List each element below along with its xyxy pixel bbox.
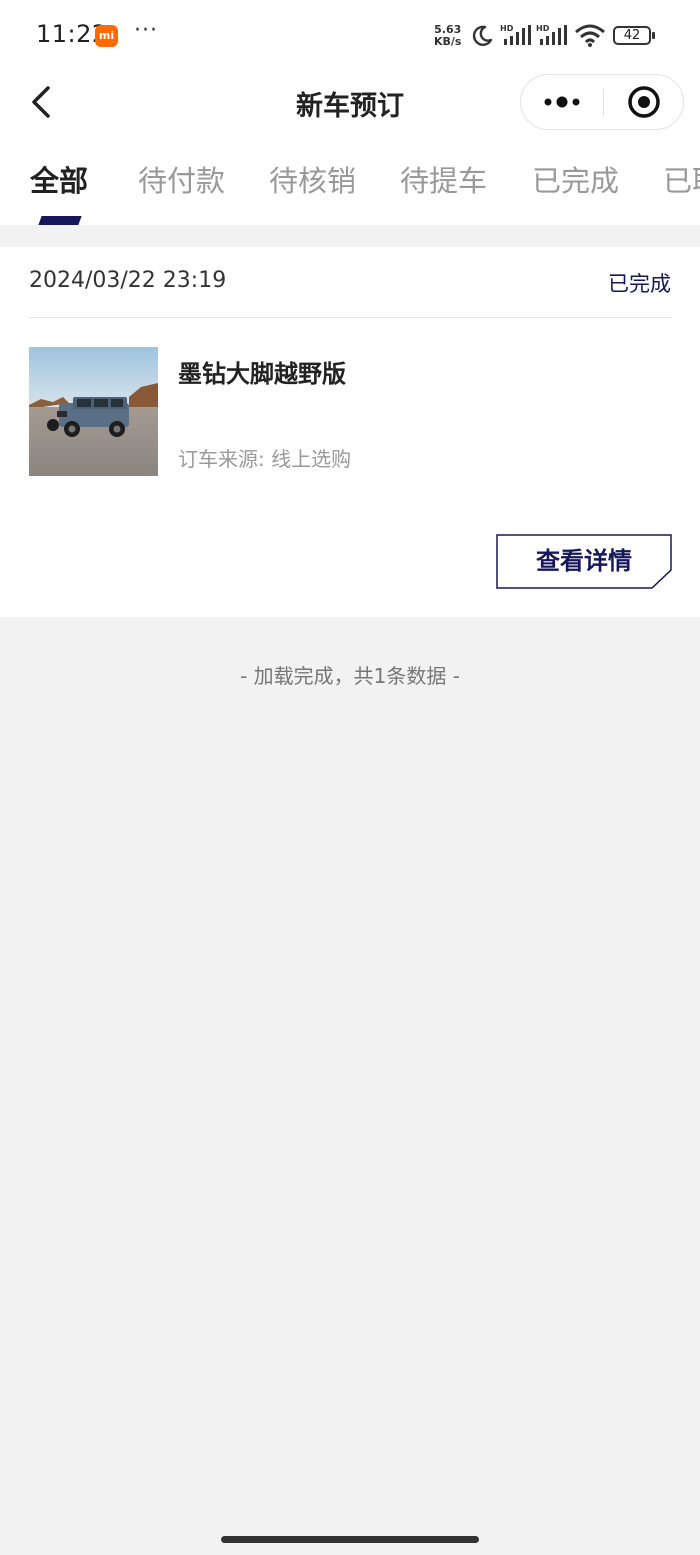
network-speed: 5.63 KB/s bbox=[434, 24, 461, 48]
do-not-disturb-icon bbox=[472, 25, 493, 46]
product-name: 墨钻大脚越野版 bbox=[178, 360, 346, 388]
view-details-label: 查看详情 bbox=[536, 547, 632, 575]
cellular-signal-icon: HD bbox=[500, 24, 531, 45]
network-speed-unit: KB/s bbox=[434, 35, 462, 48]
cellular-signal-2-icon: HD bbox=[536, 24, 567, 45]
tab-pending-pickup[interactable]: 待提车 bbox=[400, 158, 487, 200]
svg-text:HD: HD bbox=[536, 24, 550, 33]
battery-tip bbox=[652, 32, 655, 39]
active-tab-indicator bbox=[38, 216, 82, 225]
order-status-tabs: 全部 待付款 待核销 待提车 已完成 已取 bbox=[0, 132, 700, 225]
nav-bar: 新车预订 bbox=[0, 72, 700, 132]
mini-program-capsule bbox=[520, 74, 684, 130]
tab-pending-verification[interactable]: 待核销 bbox=[269, 158, 356, 200]
car-thumbnail-image bbox=[29, 347, 158, 476]
battery-icon: 42 bbox=[613, 26, 651, 45]
more-notifications-icon: ··· bbox=[134, 18, 158, 43]
order-source: 订车来源: 线上选购 bbox=[178, 447, 352, 471]
more-options-icon[interactable] bbox=[521, 75, 603, 129]
home-indicator[interactable] bbox=[221, 1536, 479, 1543]
wifi-icon bbox=[575, 24, 605, 47]
card-divider bbox=[29, 317, 672, 318]
tab-pending-payment[interactable]: 待付款 bbox=[138, 158, 225, 200]
order-card[interactable]: 2024/03/22 23:19 已完成 墨钻大脚越野版 订车来源: 线上选购 … bbox=[0, 247, 700, 617]
view-details-button[interactable]: 查看详情 bbox=[496, 534, 672, 589]
svg-text:HD: HD bbox=[500, 24, 514, 33]
order-date: 2024/03/22 23:19 bbox=[29, 268, 227, 293]
load-complete-message: - 加载完成，共1条数据 - bbox=[240, 664, 460, 688]
tab-cancelled[interactable]: 已取 bbox=[663, 158, 700, 200]
tab-all[interactable]: 全部 bbox=[30, 158, 88, 200]
mi-app-icon: mi bbox=[95, 25, 118, 47]
order-status-badge: 已完成 bbox=[608, 272, 671, 296]
close-mini-program-icon[interactable] bbox=[603, 75, 685, 129]
status-bar: 11:22 mi ··· 5.63 KB/s HD HD 42 bbox=[0, 0, 700, 72]
tab-completed[interactable]: 已完成 bbox=[532, 158, 619, 200]
